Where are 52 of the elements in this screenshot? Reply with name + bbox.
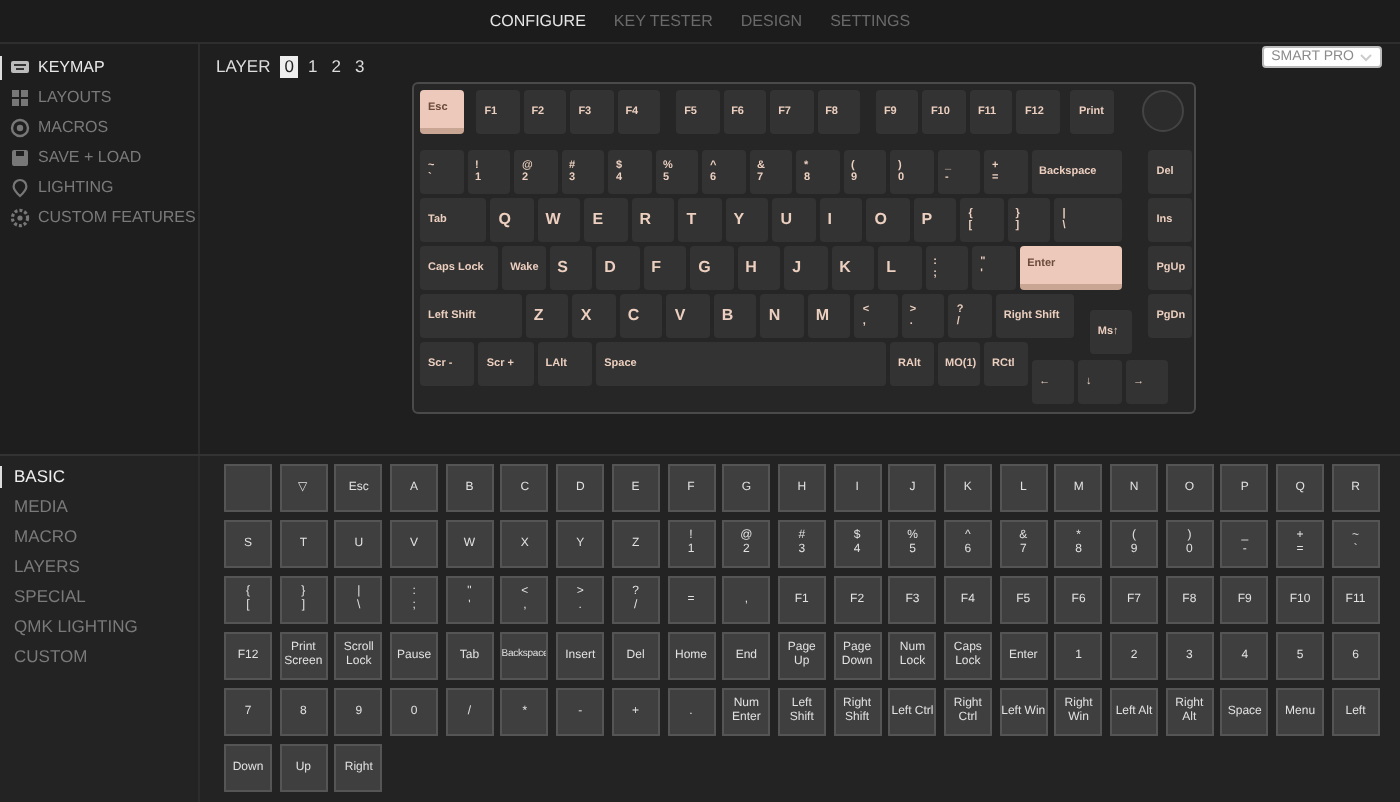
sidebar-item[interactable]: KEYMAP — [0, 56, 198, 80]
category-item[interactable]: QMK LIGHTING — [0, 616, 198, 638]
keycap[interactable]: B — [713, 294, 757, 338]
category-item[interactable]: CUSTOM — [0, 646, 198, 668]
keycap[interactable]: I — [819, 198, 863, 242]
category-item[interactable]: SPECIAL — [0, 586, 198, 608]
layer-label: LAYER — [216, 54, 271, 80]
keycap[interactable]: V — [666, 294, 710, 338]
category-item[interactable]: BASIC — [0, 466, 198, 488]
sidebar-item[interactable]: LAYOUTS — [0, 86, 198, 110]
keycap[interactable]: U — [772, 198, 816, 242]
keycap[interactable]: H — [737, 246, 781, 290]
keycap[interactable]: Q — [490, 198, 534, 242]
grid-icon — [10, 88, 30, 108]
circle-icon — [10, 118, 30, 138]
keycap[interactable]: J — [784, 246, 828, 290]
keycap[interactable]: C — [619, 294, 663, 338]
sidebar-item[interactable]: CUSTOM FEATURES — [0, 206, 198, 230]
keycap[interactable]: E — [584, 198, 628, 242]
keycap[interactable]: K — [831, 246, 875, 290]
rotary-knob[interactable] — [1141, 90, 1184, 132]
category-item[interactable]: MEDIA — [0, 496, 198, 518]
sidebar-item[interactable]: SAVE + LOAD — [0, 146, 198, 170]
keycap[interactable]: X — [572, 294, 616, 338]
keycap[interactable]: G — [690, 246, 734, 290]
layer-tab[interactable]: 0 — [280, 55, 298, 78]
keycap[interactable]: N — [760, 294, 804, 338]
keycap[interactable]: F — [643, 246, 687, 290]
gear-icon — [10, 208, 30, 228]
empty-key-slot[interactable] — [224, 464, 272, 512]
sidebar-item[interactable]: MACROS — [0, 116, 198, 140]
keycap[interactable]: P — [913, 198, 957, 242]
keycap[interactable]: Y — [725, 198, 769, 242]
location-pin-icon — [10, 178, 30, 198]
keycap[interactable]: S — [549, 246, 593, 290]
nav-tab[interactable]: CONFIGURE — [489, 9, 586, 33]
sidebar-item[interactable]: LIGHTING — [0, 176, 198, 200]
keycap[interactable]: O — [866, 198, 910, 242]
keycap[interactable]: R — [631, 198, 675, 242]
keycap[interactable]: L — [878, 246, 922, 290]
keycap[interactable]: W — [537, 198, 581, 242]
keycap[interactable]: T — [678, 198, 722, 242]
chevron-icon — [1360, 53, 1372, 61]
keycap[interactable]: D — [596, 246, 640, 290]
layer-tab[interactable]: 3 — [350, 55, 369, 78]
keycap[interactable]: Z — [525, 294, 569, 338]
layer-tab[interactable]: 2 — [327, 55, 345, 78]
keyboard-icon — [10, 58, 30, 78]
keycap[interactable]: M — [807, 294, 851, 338]
category-item[interactable]: LAYERS — [0, 556, 198, 578]
layer-tab[interactable]: 1 — [303, 55, 322, 78]
category-item[interactable]: MACRO — [0, 526, 198, 548]
